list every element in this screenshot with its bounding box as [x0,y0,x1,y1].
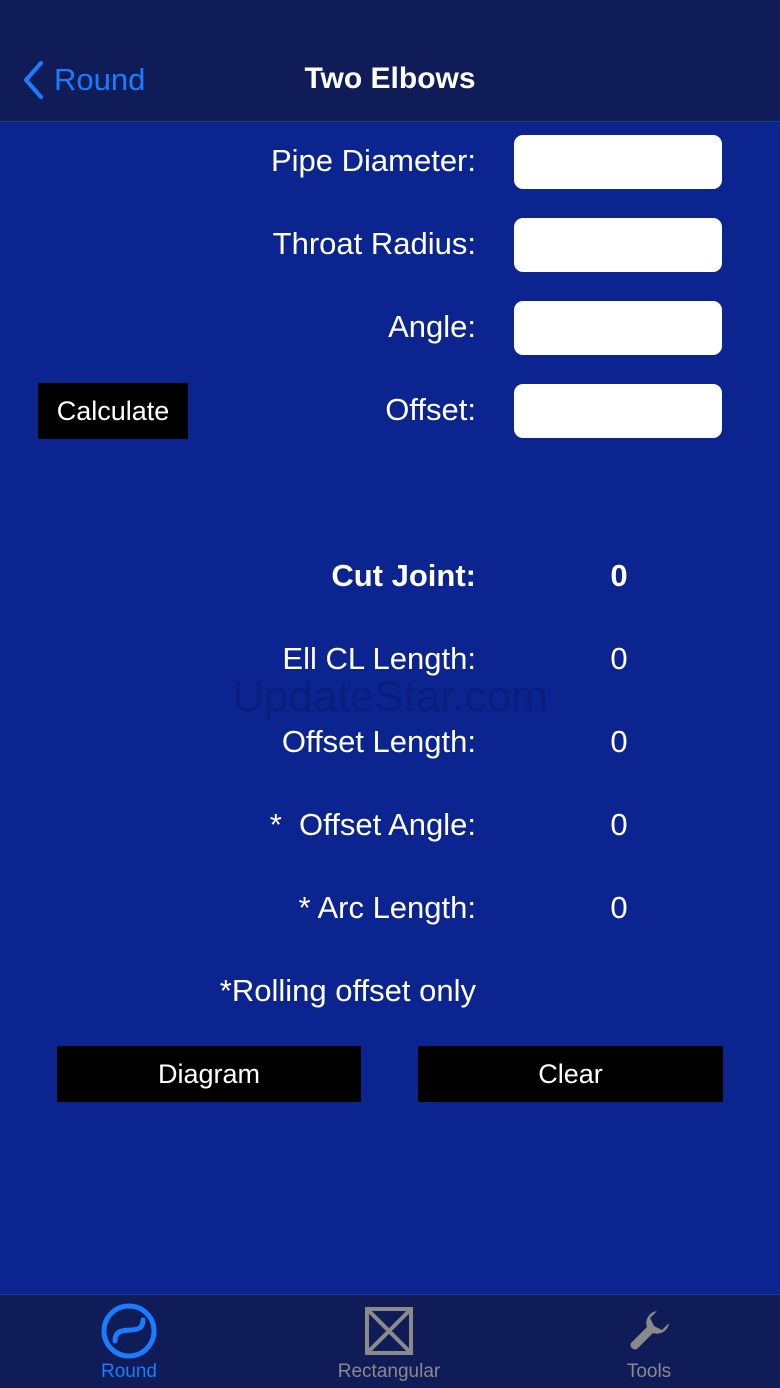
offset-angle-value: 0 [610,807,628,842]
ell-cl-length-label: Ell CL Length: [282,641,476,676]
tab-rectangular[interactable]: Rectangular [309,1295,469,1388]
offset-label: Offset: [385,392,476,427]
tab-round-label: Round [101,1361,157,1382]
pipe-diameter-label: Pipe Diameter: [270,143,476,178]
throat-radius-input[interactable] [514,218,722,272]
watermark: UpdateStar.com [232,672,548,721]
footnote: *Rolling offset only [219,973,476,1008]
throat-radius-label: Throat Radius: [272,226,476,261]
diagram-button[interactable]: Diagram [57,1046,361,1102]
tab-rectangular-label: Rectangular [337,1361,441,1382]
pipe-diameter-input[interactable] [514,135,722,189]
arc-length-label: * Arc Length: [298,890,476,925]
cut-joint-label: Cut Joint: [331,558,476,593]
cut-joint-value: 0 [610,558,628,593]
offset-length-label: Offset Length: [281,724,476,759]
offset-input[interactable] [514,384,722,438]
navigation-bar: Round Two Elbows [0,0,780,122]
tab-tools-label: Tools [626,1361,672,1382]
offset-length-value: 0 [610,724,628,759]
clear-button[interactable]: Clear [418,1046,723,1102]
ell-cl-length-value: 0 [610,641,628,676]
angle-input[interactable] [514,301,722,355]
page-title: Two Elbows [304,62,476,95]
offset-angle-label: * Offset Angle: [269,807,476,842]
angle-label: Angle: [388,309,476,344]
wrench-icon [630,1311,669,1350]
calculate-button[interactable]: Calculate [38,383,188,439]
tab-round[interactable]: Round [49,1295,209,1388]
round-icon [101,1303,157,1359]
tab-bar: Round Rectangular Tools [0,1294,780,1388]
arc-length-value: 0 [610,890,628,925]
tab-tools[interactable]: Tools [569,1295,729,1388]
rectangular-icon [365,1307,413,1355]
